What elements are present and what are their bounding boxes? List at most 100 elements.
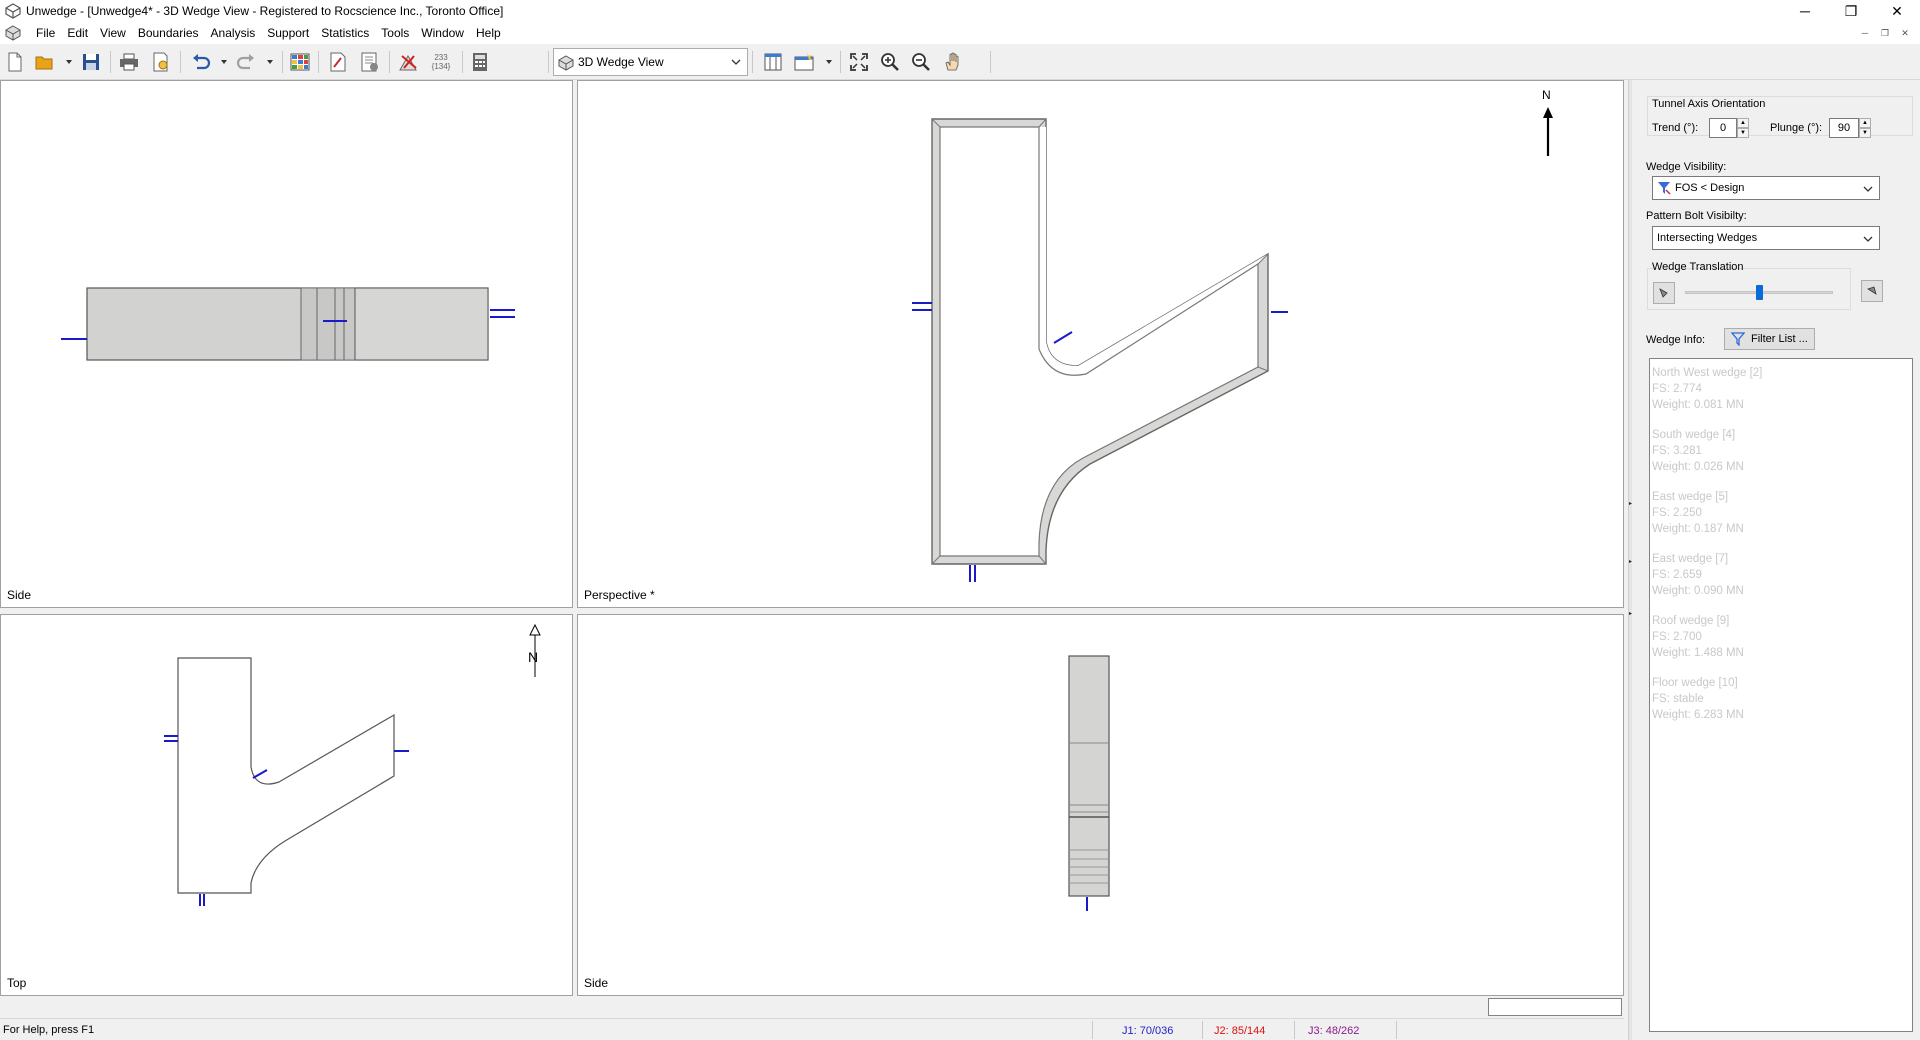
document-icon[interactable] xyxy=(5,25,21,41)
minimize-button[interactable]: ─ xyxy=(1782,0,1828,22)
wedge-left-icon xyxy=(1659,288,1668,298)
layout-button[interactable] xyxy=(760,49,786,75)
wedge-right-icon xyxy=(1867,286,1877,295)
wedge-weight: Weight: 0.026 MN xyxy=(1652,461,1744,473)
menu-statistics[interactable]: Statistics xyxy=(315,22,375,44)
redo-dropdown-arrow[interactable] xyxy=(267,60,273,64)
add-view-icon xyxy=(794,53,814,71)
menu-analysis[interactable]: Analysis xyxy=(205,22,262,44)
edit-button[interactable] xyxy=(325,49,351,75)
new-button[interactable] xyxy=(2,49,28,75)
save-button[interactable] xyxy=(78,49,104,75)
pattern-bolt-value: Intersecting Wedges xyxy=(1657,232,1758,244)
open-button[interactable] xyxy=(32,49,58,75)
chevron-down-icon xyxy=(1863,236,1873,242)
trend-input[interactable]: 0 xyxy=(1709,118,1737,138)
print-preview-button[interactable] xyxy=(148,49,174,75)
wedge-name: South wedge [4] xyxy=(1652,429,1736,441)
list-item: East wedge [5] FS: 2.250 Weight: 0.187 M… xyxy=(1652,489,1910,537)
menu-tools[interactable]: Tools xyxy=(375,22,415,44)
joint-combination-text: 233 xyxy=(434,53,448,62)
pattern-bolt-select[interactable]: Intersecting Wedges xyxy=(1652,226,1880,250)
close-button[interactable]: ✕ xyxy=(1874,0,1920,22)
mdi-close-button[interactable]: ✕ xyxy=(1896,25,1914,41)
trend-spinner[interactable]: ▲ ▼ xyxy=(1737,118,1749,138)
joint-combination-subtext: {134} xyxy=(431,62,451,71)
translation-right-button[interactable] xyxy=(1861,280,1883,302)
grid-icon xyxy=(290,53,310,71)
zoom-out-button[interactable] xyxy=(908,49,934,75)
side-view-drawing xyxy=(61,287,515,361)
panel-handle-arrow-icon[interactable]: ▸ xyxy=(1629,500,1633,507)
grid-button[interactable] xyxy=(287,49,313,75)
add-view-button[interactable] xyxy=(792,49,818,75)
wedge-weight: Weight: 0.090 MN xyxy=(1652,585,1744,597)
viewport-label: Side xyxy=(584,976,609,990)
3d-view-icon xyxy=(558,55,574,71)
side-view-bottom-drawing xyxy=(1068,655,1110,911)
menu-support[interactable]: Support xyxy=(261,22,315,44)
report-button[interactable] xyxy=(357,49,383,75)
list-item: North West wedge [2] FS: 2.774 Weight: 0… xyxy=(1652,365,1910,413)
print-icon xyxy=(120,53,138,71)
open-dropdown-arrow[interactable] xyxy=(66,60,72,64)
menu-file[interactable]: File xyxy=(30,22,61,44)
wedge-name: East wedge [5] xyxy=(1652,491,1729,503)
menu-view[interactable]: View xyxy=(94,22,132,44)
wedge-name: Floor wedge [10] xyxy=(1652,677,1738,689)
view-select-dropdown[interactable]: 3D Wedge View xyxy=(553,48,748,76)
trend-label: Trend (°): xyxy=(1652,122,1699,134)
perspective-viewport[interactable]: N Perspective * xyxy=(577,80,1624,608)
window-title: Unwedge - [Unwedge4* - 3D Wedge View - R… xyxy=(26,4,504,18)
filter-list-button[interactable]: Filter List ... xyxy=(1724,328,1815,350)
redo-button[interactable] xyxy=(233,49,259,75)
translation-left-button[interactable] xyxy=(1653,282,1675,304)
wedge-info-label: Wedge Info: xyxy=(1646,334,1706,346)
status-joint-1: J1: 70/036 xyxy=(1122,1025,1174,1037)
undo-dropdown-arrow[interactable] xyxy=(221,60,227,64)
menu-window[interactable]: Window xyxy=(415,22,470,44)
wedge-weight: Weight: 0.187 MN xyxy=(1652,523,1744,535)
wedge-info-list[interactable]: North West wedge [2] FS: 2.774 Weight: 0… xyxy=(1649,358,1913,1032)
joints-button[interactable] xyxy=(396,49,422,75)
zoom-in-button[interactable] xyxy=(877,49,903,75)
top-viewport[interactable]: N Top xyxy=(0,614,573,996)
calculator-button[interactable] xyxy=(467,49,493,75)
panel-handle-arrow-icon[interactable]: ▸ xyxy=(1629,610,1633,617)
wedge-visibility-select[interactable]: FOS < Design xyxy=(1652,176,1880,200)
tunnel-axis-title: Tunnel Axis Orientation xyxy=(1652,98,1766,110)
joint-combination-button[interactable]: 233 {134} xyxy=(426,49,456,75)
north-arrow-label: N xyxy=(1542,88,1551,102)
list-item: South wedge [4] FS: 3.281 Weight: 0.026 … xyxy=(1652,427,1910,475)
wedge-visibility-label: Wedge Visibility: xyxy=(1646,161,1727,173)
panel-handle-arrow-icon[interactable]: ▸ xyxy=(1629,558,1633,565)
wedge-name: North West wedge [2] xyxy=(1652,367,1763,379)
report-icon xyxy=(361,52,378,72)
undo-button[interactable] xyxy=(188,49,214,75)
north-arrow-label: N xyxy=(528,649,538,665)
menu-help[interactable]: Help xyxy=(470,22,507,44)
pan-button[interactable] xyxy=(939,49,965,75)
translation-slider-thumb[interactable] xyxy=(1755,285,1763,300)
side-viewport-top[interactable]: Side xyxy=(0,80,573,608)
plunge-input[interactable]: 90 xyxy=(1829,118,1859,138)
side-viewport-bottom[interactable]: Side xyxy=(577,614,1624,996)
new-icon xyxy=(8,52,22,72)
viewport-label: Perspective * xyxy=(584,588,655,602)
print-button[interactable] xyxy=(116,49,142,75)
zoom-extents-button[interactable] xyxy=(846,49,872,75)
list-item: Floor wedge [10] FS: stable Weight: 6.28… xyxy=(1652,675,1910,723)
top-view-drawing: N xyxy=(164,623,541,906)
zoom-in-icon xyxy=(881,53,899,71)
viewport-label: Top xyxy=(7,976,27,990)
add-view-dropdown-arrow[interactable] xyxy=(826,60,832,64)
plunge-spinner[interactable]: ▲ ▼ xyxy=(1859,118,1871,138)
mdi-minimize-button[interactable]: ─ xyxy=(1856,25,1874,41)
sidebar-panel: ▸ ▸ ▸ Tunnel Axis Orientation Trend (°):… xyxy=(1628,80,1920,1040)
menu-boundaries[interactable]: Boundaries xyxy=(132,22,205,44)
restore-button[interactable]: ❐ xyxy=(1828,0,1874,22)
menu-edit[interactable]: Edit xyxy=(61,22,94,44)
toolbar: 233 {134} xyxy=(0,44,1920,80)
open-icon xyxy=(35,56,53,70)
mdi-restore-button[interactable]: ❐ xyxy=(1876,25,1894,41)
